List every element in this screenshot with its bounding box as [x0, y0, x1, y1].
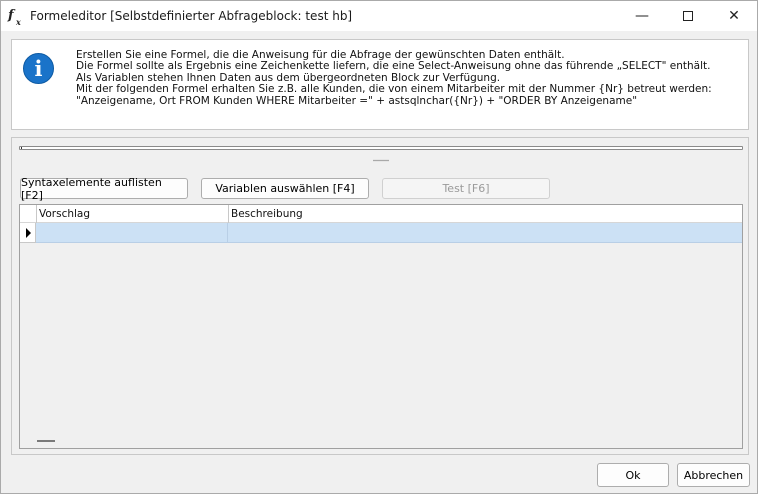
window-title: Formeleditor [Selbstdefinierter Abfrageb… — [30, 9, 353, 23]
editor-panel: Syntaxelemente auflisten [F2] Variablen … — [11, 137, 749, 455]
close-icon: ✕ — [728, 8, 740, 24]
column-header-vorschlag[interactable]: Vorschlag — [36, 205, 228, 223]
cell-beschreibung[interactable] — [228, 223, 742, 243]
info-text: Erstellen Sie eine Formel, die die Anwei… — [76, 49, 712, 107]
info-panel: i Erstellen Sie eine Formel, die die Anw… — [11, 39, 749, 130]
cancel-button[interactable]: Abbrechen — [677, 463, 750, 487]
select-variables-button[interactable]: Variablen auswählen [F4] — [201, 178, 369, 199]
title-bar[interactable]: fx Formeleditor [Selbstdefinierter Abfra… — [1, 1, 757, 31]
column-header-beschreibung[interactable]: Beschreibung — [228, 205, 742, 223]
info-line: Mit der folgenden Formel erhalten Sie z.… — [76, 83, 712, 96]
info-icon-glyph: i — [34, 56, 43, 81]
formula-editor-window: fx Formeleditor [Selbstdefinierter Abfra… — [0, 0, 758, 494]
minimize-button[interactable]: — — [619, 1, 665, 31]
suggestion-grid[interactable]: Vorschlag Beschreibung — [19, 204, 743, 449]
splitter-grip[interactable] — [373, 159, 389, 162]
fx-icon: fx — [8, 8, 21, 27]
ok-button[interactable]: Ok — [597, 463, 669, 487]
minimize-icon: — — [635, 8, 649, 24]
grid-footer — [20, 434, 742, 448]
list-syntax-elements-button[interactable]: Syntaxelemente auflisten [F2] — [20, 176, 188, 202]
resize-grip-icon[interactable] — [37, 440, 55, 442]
maximize-icon — [683, 11, 693, 21]
info-icon: i — [23, 53, 54, 84]
current-row-arrow-icon — [26, 228, 31, 238]
row-indicator[interactable] — [20, 223, 36, 243]
test-button: Test [F6] — [382, 178, 550, 199]
maximize-button[interactable] — [665, 1, 711, 31]
grid-header: Vorschlag Beschreibung — [20, 205, 742, 223]
info-line: "Anzeigename, Ort FROM Kunden WHERE Mita… — [76, 94, 638, 107]
table-row[interactable] — [20, 223, 742, 243]
formula-input[interactable] — [19, 146, 743, 150]
close-button[interactable]: ✕ — [711, 1, 757, 31]
cell-vorschlag[interactable] — [36, 223, 228, 243]
